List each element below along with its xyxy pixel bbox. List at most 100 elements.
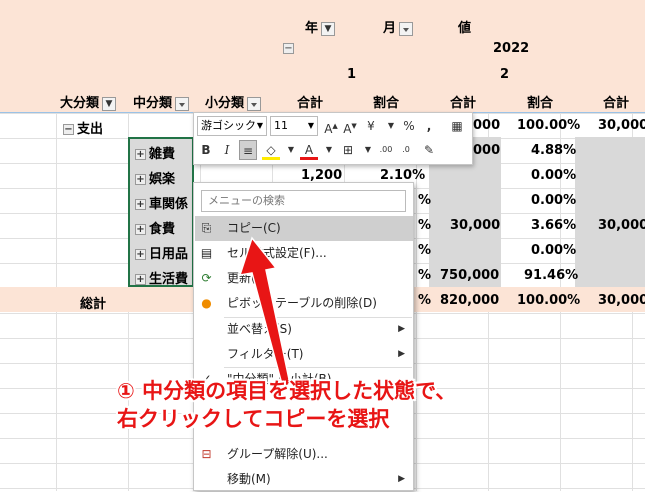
chevron-down-icon[interactable]: ▼ [382, 116, 400, 136]
chevron-down-icon[interactable]: ▼ [359, 140, 377, 160]
zappi-total2: 000 [473, 143, 501, 158]
goraku-ratio2: 0.00% [531, 168, 577, 183]
menu-item-sort[interactable]: 並べ替え(S) ▶ [195, 317, 413, 342]
header-total-2: 合計 [450, 96, 477, 111]
chevron-down-icon[interactable]: ▼ [282, 140, 300, 160]
value-label: 値 [458, 21, 472, 36]
italic-icon[interactable]: I [218, 140, 236, 160]
shokuhi-ratio2: 3.66% [531, 218, 577, 233]
chevron-down-icon: ▼ [307, 121, 314, 130]
shokuhi-label: 食費 [149, 222, 176, 237]
row-seikatsuhi[interactable]: + 生活費 [135, 268, 188, 287]
plus-icon[interactable]: + [135, 174, 146, 185]
collapse-year-button[interactable]: − [283, 41, 297, 56]
col-field-year[interactable]: 年 ▼ [305, 17, 336, 36]
shokuhi-total2: 30,000 [450, 218, 501, 233]
minus-icon[interactable]: − [63, 124, 74, 135]
shishutsu-total2: 000 [473, 118, 501, 133]
font-name-select[interactable]: 游ゴシック ▼ [197, 116, 267, 136]
plus-icon[interactable]: + [135, 224, 146, 235]
shokuhi-total3: 30,000 [598, 218, 645, 233]
format-painter-icon[interactable]: ✎ [420, 140, 438, 160]
row-field-daibunrui[interactable]: 大分類 ▼ [60, 92, 117, 111]
decrease-font-icon[interactable]: A▼ [341, 116, 359, 136]
nichiyohin-ratio2: 0.00% [531, 243, 577, 258]
annotation-line-1: ① 中分類の項目を選択した状態で、 [117, 379, 457, 403]
zappi-ratio2: 4.88% [531, 143, 577, 158]
header-total-3: 合計 [603, 96, 630, 111]
format-cells-icon: ▤ [200, 246, 213, 260]
menu-item-label: コピー(C) [227, 221, 281, 235]
context-menu: メニューの検索 ⎘ コピー(C) ▤ セル書式設定(F)... ⟳ 更新(R) ● ピボ… [193, 182, 414, 491]
row-zappi[interactable]: + 雑費 [135, 143, 175, 162]
row-shakankei[interactable]: + 車関係 [135, 193, 188, 212]
year-2022-label: 2022 [493, 41, 530, 56]
menu-item-filter[interactable]: フィルター(T) ▶ [195, 342, 413, 367]
menu-item-move[interactable]: 移動(M) ▶ [195, 467, 413, 492]
grand-total-label: 総計 [80, 297, 107, 312]
center-align-icon[interactable]: ≡ [239, 140, 257, 160]
menu-item-label: グループ解除(U)... [227, 447, 328, 461]
increase-font-icon[interactable]: A▲ [322, 116, 340, 136]
filter-icon[interactable]: ▼ [102, 96, 117, 111]
menu-search-input[interactable]: メニューの検索 [201, 190, 406, 212]
goraku-total1: 1,200 [301, 168, 343, 183]
font-color-icon[interactable]: A [300, 140, 318, 160]
nichiyohin-label: 日用品 [149, 247, 189, 262]
bold-icon[interactable]: B [197, 140, 215, 160]
shishutsu-ratio2: 100.00% [517, 118, 581, 133]
shakankei-ratio2: 0.00% [531, 193, 577, 208]
plus-icon[interactable]: + [135, 274, 146, 285]
dropdown-icon[interactable] [399, 21, 414, 36]
percent-icon[interactable]: % [400, 116, 418, 136]
comma-style-icon[interactable]: , [420, 116, 438, 136]
font-size-select[interactable]: 11 ▼ [270, 116, 318, 136]
nichiyohin-ratio1: % [418, 243, 432, 258]
grand-total-ratio1: % [418, 293, 432, 308]
menu-item-copy[interactable]: ⎘ コピー(C) [195, 216, 413, 241]
month-label: 月 [383, 21, 397, 36]
chevron-down-icon[interactable]: ▼ [320, 140, 338, 160]
goraku-ratio1: 2.10% [380, 168, 426, 183]
plus-icon[interactable]: + [135, 249, 146, 260]
grand-total-ratio2: 100.00% [517, 293, 581, 308]
row-field-shobunrui[interactable]: 小分類 [205, 92, 262, 111]
menu-item-label: フィルター(T) [227, 347, 304, 361]
row-shokuhi[interactable]: + 食費 [135, 218, 175, 237]
col-field-month[interactable]: 月 [383, 17, 414, 36]
annotation-text: ① 中分類の項目を選択した状態で、 右クリックしてコピーを選択 [117, 377, 456, 433]
row-goraku[interactable]: + 娯楽 [135, 168, 175, 187]
menu-item-delete-pivot[interactable]: ● ピボットテーブルの削除(D) [195, 291, 413, 316]
grand-total-total3: 30,000 [598, 293, 645, 308]
shokuhi-ratio1: % [418, 218, 432, 233]
mini-toolbar: 游ゴシック ▼ 11 ▼ A▲ A▼ ¥ ▼ % , ▦ B I ≡ ◇ ▼ A ▼… [193, 112, 473, 165]
copy-icon: ⎘ [201, 221, 212, 235]
dropdown-icon[interactable] [247, 96, 262, 111]
row-nichiyohin[interactable]: + 日用品 [135, 243, 188, 262]
menu-item-label: 並べ替え(S) [227, 322, 292, 336]
minus-icon[interactable]: − [283, 43, 294, 54]
header-ratio-2: 割合 [527, 96, 554, 111]
decrease-decimal-icon[interactable]: .0 [397, 140, 415, 160]
goraku-label: 娯楽 [149, 172, 176, 187]
menu-item-ungroup[interactable]: ⊟ グループ解除(U)... [195, 442, 413, 467]
currency-format-icon[interactable]: ¥ [362, 116, 380, 136]
shishutsu-label: 支出 [77, 122, 104, 137]
menu-item-format-cells[interactable]: ▤ セル書式設定(F)... [195, 241, 413, 266]
fill-color-icon[interactable]: ◇ [262, 140, 280, 160]
delete-pivot-icon: ● [201, 296, 212, 310]
table-format-icon[interactable]: ▦ [448, 116, 466, 136]
borders-icon[interactable]: ⊞ [339, 140, 357, 160]
plus-icon[interactable]: + [135, 199, 146, 210]
row-field-chubunrui[interactable]: 中分類 [133, 92, 190, 111]
increase-decimal-icon[interactable]: .00 [377, 140, 395, 160]
shishutsu-total3: 30,000 [598, 118, 645, 133]
annotation-line-2: 右クリックしてコピーを選択 [117, 407, 390, 431]
dropdown-icon[interactable] [175, 96, 190, 111]
filter-icon[interactable]: ▼ [321, 21, 336, 36]
plus-icon[interactable]: + [135, 149, 146, 160]
menu-item-refresh[interactable]: ⟳ 更新(R) [195, 266, 413, 291]
row-shishutsu[interactable]: − 支出 [63, 118, 103, 137]
submenu-arrow-icon: ▶ [398, 324, 405, 334]
menu-item-label: セル書式設定(F)... [227, 246, 327, 260]
